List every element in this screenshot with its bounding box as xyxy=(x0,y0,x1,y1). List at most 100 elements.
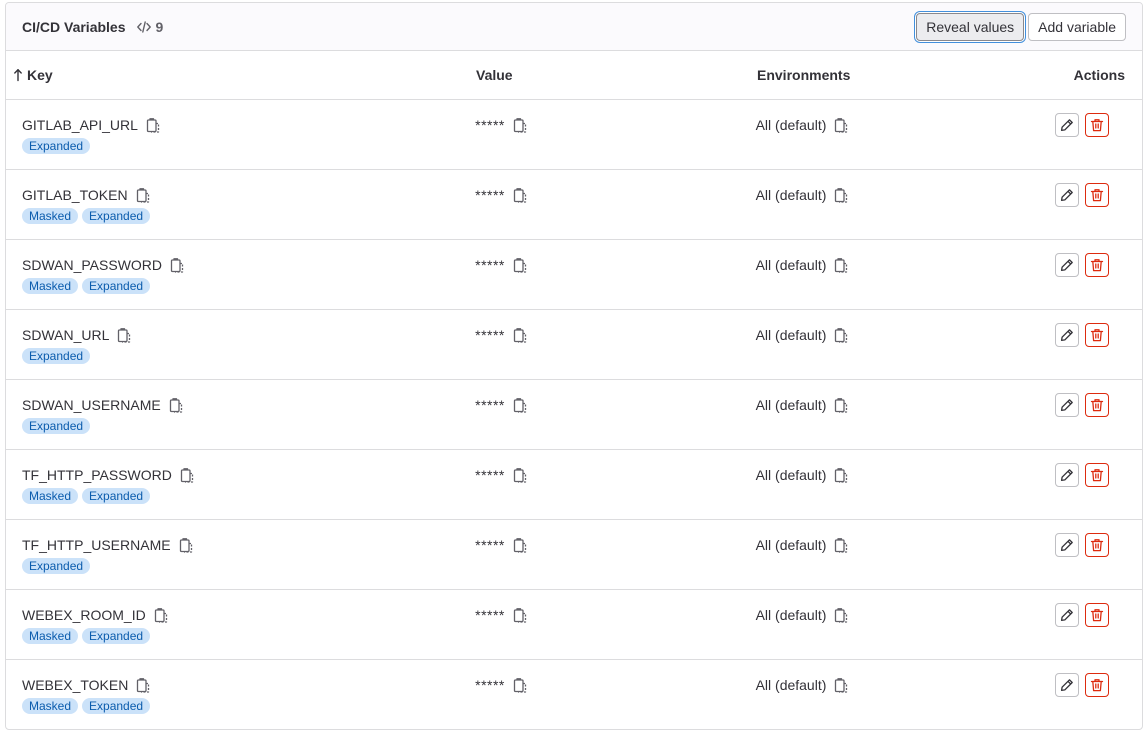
table-row: WEBEX_ROOM_ID Masked Expanded ***** All (… xyxy=(6,590,1142,660)
copy-environment-icon[interactable] xyxy=(834,607,848,623)
copy-key-icon[interactable] xyxy=(117,327,131,343)
copy-key-icon[interactable] xyxy=(179,537,193,553)
masked-badge: Masked xyxy=(22,698,79,714)
actions-cell xyxy=(1055,113,1142,137)
expanded-badge: Expanded xyxy=(22,348,91,364)
delete-button[interactable] xyxy=(1085,113,1109,137)
copy-environment-icon[interactable] xyxy=(834,537,848,553)
delete-button[interactable] xyxy=(1085,183,1109,207)
table-row: WEBEX_TOKEN Masked Expanded ***** All (de… xyxy=(6,660,1142,729)
actions-cell xyxy=(1055,603,1142,627)
value-cell: ***** xyxy=(475,327,755,343)
variable-value: ***** xyxy=(475,117,505,133)
delete-button[interactable] xyxy=(1085,673,1109,697)
copy-value-icon[interactable] xyxy=(513,397,527,413)
card-header: CI/CD Variables 9 Reveal values Add vari… xyxy=(6,3,1142,51)
edit-button[interactable] xyxy=(1055,323,1079,347)
variable-environment: All (default) xyxy=(755,397,827,413)
actions-cell xyxy=(1055,393,1142,417)
badge-group: Expanded xyxy=(22,558,475,574)
expanded-badge: Expanded xyxy=(82,488,151,504)
copy-key-icon[interactable] xyxy=(136,187,150,203)
column-header-key[interactable]: Key xyxy=(6,67,476,83)
copy-to-clipboard-icon xyxy=(154,608,167,623)
edit-button[interactable] xyxy=(1055,253,1079,277)
environment-cell: All (default) xyxy=(756,607,1055,623)
copy-to-clipboard-icon xyxy=(179,538,192,553)
copy-key-icon[interactable] xyxy=(154,607,168,623)
key-cell: GITLAB_TOKEN Masked Expanded xyxy=(6,187,475,224)
value-cell: ***** xyxy=(475,397,755,413)
variable-key: WEBEX_TOKEN xyxy=(22,677,129,693)
badge-group: Masked Expanded xyxy=(22,628,475,644)
copy-to-clipboard-icon xyxy=(513,328,527,343)
value-cell: ***** xyxy=(475,117,755,133)
copy-key-icon[interactable] xyxy=(146,117,160,133)
badge-group: Expanded xyxy=(22,348,475,364)
edit-button[interactable] xyxy=(1055,113,1079,137)
copy-value-icon[interactable] xyxy=(513,117,527,133)
copy-to-clipboard-icon xyxy=(146,118,160,133)
delete-button[interactable] xyxy=(1085,393,1109,417)
edit-button[interactable] xyxy=(1055,183,1079,207)
delete-button[interactable] xyxy=(1085,603,1109,627)
copy-environment-icon[interactable] xyxy=(834,467,848,483)
pencil-icon xyxy=(1060,469,1073,482)
expanded-badge: Expanded xyxy=(22,558,91,574)
column-header-actions: Actions xyxy=(1073,67,1125,83)
edit-button[interactable] xyxy=(1055,673,1079,697)
delete-button[interactable] xyxy=(1085,533,1109,557)
trash-icon xyxy=(1090,329,1104,342)
copy-value-icon[interactable] xyxy=(513,537,527,553)
table-row: TF_HTTP_USERNAME Expanded ***** All (def… xyxy=(6,520,1142,590)
key-cell: SDWAN_USERNAME Expanded xyxy=(6,397,475,434)
pencil-icon xyxy=(1060,609,1073,622)
copy-environment-icon[interactable] xyxy=(834,257,848,273)
variable-environment: All (default) xyxy=(755,677,827,693)
table-body: GITLAB_API_URL Expanded ***** All (defau… xyxy=(6,100,1142,729)
card-title: CI/CD Variables xyxy=(22,18,126,35)
copy-value-icon[interactable] xyxy=(513,257,527,273)
edit-button[interactable] xyxy=(1055,603,1079,627)
badge-group: Expanded xyxy=(22,138,475,154)
trash-icon xyxy=(1090,119,1104,132)
copy-to-clipboard-icon xyxy=(835,118,848,133)
copy-to-clipboard-icon xyxy=(170,258,184,273)
edit-button[interactable] xyxy=(1055,463,1079,487)
variable-value: ***** xyxy=(475,397,505,413)
key-cell: TF_HTTP_USERNAME Expanded xyxy=(6,537,475,574)
copy-value-icon[interactable] xyxy=(513,467,527,483)
variable-value: ***** xyxy=(475,187,505,203)
copy-value-icon[interactable] xyxy=(513,187,527,203)
pencil-icon xyxy=(1060,189,1073,202)
copy-environment-icon[interactable] xyxy=(834,397,848,413)
delete-button[interactable] xyxy=(1085,253,1109,277)
copy-environment-icon[interactable] xyxy=(834,327,848,343)
copy-environment-icon[interactable] xyxy=(834,187,848,203)
delete-button[interactable] xyxy=(1085,323,1109,347)
copy-value-icon[interactable] xyxy=(513,677,527,693)
add-variable-button[interactable]: Add variable xyxy=(1028,12,1126,41)
edit-button[interactable] xyxy=(1055,533,1079,557)
copy-value-icon[interactable] xyxy=(513,607,527,623)
copy-to-clipboard-icon xyxy=(513,118,527,133)
value-cell: ***** xyxy=(475,677,755,693)
copy-key-icon[interactable] xyxy=(180,467,194,483)
copy-key-icon[interactable] xyxy=(170,257,184,273)
copy-value-icon[interactable] xyxy=(513,327,527,343)
variable-environment: All (default) xyxy=(755,257,827,273)
copy-environment-icon[interactable] xyxy=(834,117,848,133)
environment-cell: All (default) xyxy=(756,187,1055,203)
table-row: SDWAN_URL Expanded ***** All (default) xyxy=(6,310,1142,380)
table-row: GITLAB_API_URL Expanded ***** All (defau… xyxy=(6,100,1142,170)
delete-button[interactable] xyxy=(1085,463,1109,487)
environment-cell: All (default) xyxy=(756,397,1055,413)
copy-key-icon[interactable] xyxy=(136,677,150,693)
reveal-values-button[interactable]: Reveal values xyxy=(916,12,1025,41)
copy-key-icon[interactable] xyxy=(169,397,183,413)
edit-button[interactable] xyxy=(1055,393,1079,417)
variable-value: ***** xyxy=(475,327,505,343)
pencil-icon xyxy=(1060,679,1073,692)
copy-environment-icon[interactable] xyxy=(834,677,848,693)
variable-key: SDWAN_PASSWORD xyxy=(22,257,163,273)
